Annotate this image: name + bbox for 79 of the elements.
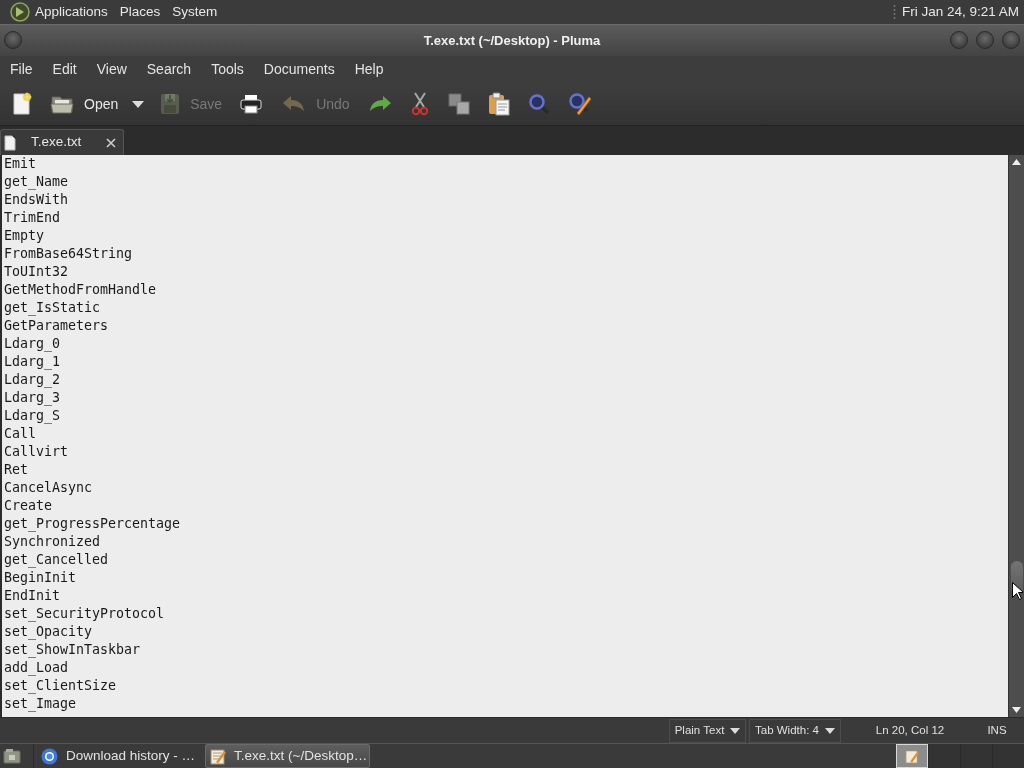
code-line: BeginInit — [4, 569, 77, 587]
new-document-icon — [12, 92, 32, 116]
code-line: get_ProgressPercentage — [4, 515, 181, 533]
search-pencil-icon — [567, 92, 592, 116]
mouse-pointer-icon — [1012, 582, 1023, 600]
search-icon — [527, 93, 550, 115]
code-line: Ldarg_0 — [4, 335, 61, 353]
caret-icon — [132, 100, 145, 108]
clock[interactable]: Fri Jan 24, 9:21 AM — [901, 1, 1019, 23]
code-line: EndsWith — [4, 191, 69, 209]
copy-icon — [447, 93, 470, 115]
code-line: Call — [4, 425, 37, 443]
workspace-cell[interactable] — [992, 744, 1024, 768]
code-line: Callvirt — [4, 443, 69, 461]
code-line: Ret — [4, 461, 29, 479]
panel-menu[interactable]: System — [167, 0, 223, 24]
code-line: set_ClientSize — [4, 677, 117, 695]
code-line: set_Opacity — [4, 623, 93, 641]
document-icon — [4, 134, 16, 151]
code-line: Ldarg_2 — [4, 371, 61, 389]
code-line: add_Load — [4, 659, 69, 677]
ring-icon — [41, 747, 58, 765]
menu-item[interactable]: Tools — [204, 56, 251, 83]
logo-icon[interactable] — [10, 2, 30, 22]
code-line: Ldarg_3 — [4, 389, 61, 407]
workspace-cell[interactable] — [960, 744, 992, 768]
code-line: TrimEnd — [4, 209, 61, 227]
code-line: Create — [4, 497, 53, 515]
clipboard-icon — [487, 92, 510, 116]
cursor-position: Ln 20, Col 12 — [874, 722, 946, 738]
tab-width-dropdown[interactable]: Tab Width: 4 — [749, 718, 841, 743]
insert-mode: INS — [986, 722, 1008, 738]
tab[interactable]: T.exe.txt — [0, 129, 124, 155]
notepad-pencil-icon — [210, 747, 226, 765]
scissors-icon — [409, 92, 430, 116]
toolbar-button[interactable]: Open — [41, 87, 128, 121]
desktop-icon — [3, 748, 21, 764]
language-dropdown[interactable]: Plain Text — [669, 718, 746, 743]
code-line: set_SecurityProtocol — [4, 605, 165, 623]
code-line: GetMethodFromHandle — [4, 281, 157, 299]
code-line: get_Cancelled — [4, 551, 109, 569]
scrollbar[interactable] — [1008, 155, 1024, 717]
close-icon[interactable] — [106, 137, 116, 148]
code-line: Ldarg_1 — [4, 353, 61, 371]
window-title: T.exe.txt (~/Desktop) - Pluma — [423, 31, 601, 50]
code-line: CancelAsync — [4, 479, 93, 497]
menu-item[interactable]: Search — [139, 56, 199, 83]
menu-item[interactable]: File — [3, 56, 40, 83]
redo-icon — [367, 94, 392, 114]
handle-icon — [892, 4, 896, 20]
notepad-pencil-icon — [905, 748, 919, 764]
code-line: ToUInt32 — [4, 263, 69, 281]
arrow-up-icon[interactable] — [1012, 159, 1021, 165]
code-line: set_Image — [4, 695, 77, 713]
taskbar-button[interactable]: T.exe.txt (~/Desktop… — [205, 744, 370, 768]
panel-menu[interactable]: Applications — [30, 0, 113, 24]
code-line: FromBase64String — [4, 245, 133, 263]
code-line: GetParameters — [4, 317, 109, 335]
code-line: get_Name — [4, 173, 69, 191]
caret-icon — [730, 727, 741, 734]
folder-icon — [50, 93, 74, 115]
code-line: EndInit — [4, 587, 61, 605]
arrow-down-icon[interactable] — [1012, 707, 1021, 713]
code-line: Empty — [4, 227, 45, 245]
code-line: Ldarg_S — [4, 407, 61, 425]
undo-icon — [282, 94, 307, 114]
menu-item[interactable]: Edit — [45, 56, 84, 83]
menu-item[interactable]: View — [89, 56, 134, 83]
printer-icon — [240, 94, 263, 114]
menu-item[interactable]: Help — [347, 56, 391, 83]
panel-menu[interactable]: Places — [114, 0, 166, 24]
code-line: set_ShowInTaskbar — [4, 641, 141, 659]
code-line: get_IsStatic — [4, 299, 101, 317]
menu-item[interactable]: Documents — [256, 56, 342, 83]
workspace-cell[interactable] — [928, 744, 960, 768]
code-line: Emit — [4, 155, 37, 173]
caret-icon — [824, 727, 835, 734]
code-line: Synchronized — [4, 533, 101, 551]
tab-label: T.exe.txt — [31, 133, 82, 152]
